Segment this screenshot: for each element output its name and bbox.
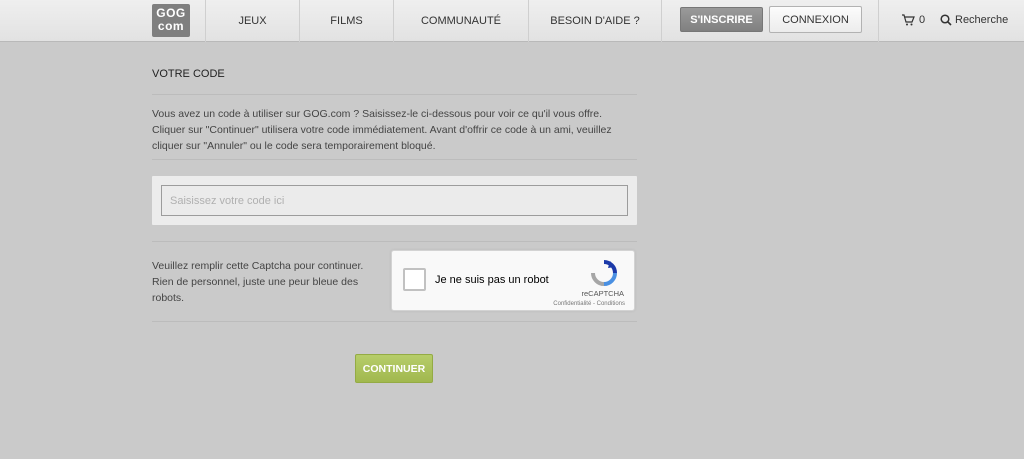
top-header: GOG com JEUX FILMS COMMUNAUTÉ BESOIN D'A… (0, 0, 1024, 42)
nav-aide[interactable]: BESOIN D'AIDE ? (528, 0, 662, 42)
search-button[interactable]: Recherche (940, 12, 1008, 28)
login-button[interactable]: CONNEXION (769, 6, 862, 33)
search-icon (940, 14, 952, 26)
recaptcha-brand: reCAPTCHA (581, 289, 624, 298)
header-divider (878, 0, 879, 42)
nav-jeux[interactable]: JEUX (205, 0, 299, 42)
continue-button[interactable]: CONTINUER (355, 354, 433, 383)
captcha-instructions: Veuillez remplir cette Captcha pour cont… (152, 260, 364, 304)
signup-button[interactable]: S'INSCRIRE (680, 7, 763, 32)
code-input[interactable] (161, 185, 628, 216)
recaptcha-widget: Je ne suis pas un robot reCAPTCHA Confid… (391, 250, 635, 311)
cart-icon (902, 14, 915, 26)
divider (152, 321, 637, 322)
logo-line-2: com (157, 19, 185, 33)
divider (152, 159, 637, 160)
page-title: VOTRE CODE (152, 68, 225, 80)
divider (152, 94, 637, 95)
code-input-container (152, 176, 637, 225)
nav-communaute[interactable]: COMMUNAUTÉ (393, 0, 528, 42)
recaptcha-label: Je ne suis pas un robot (435, 274, 549, 286)
cart-count: 0 (919, 14, 926, 26)
description-text: Vous avez un code à utiliser sur GOG.com… (152, 108, 612, 152)
recaptcha-links[interactable]: Confidentialité - Conditions (553, 301, 625, 307)
nav-films[interactable]: FILMS (299, 0, 393, 42)
divider (152, 241, 637, 242)
recaptcha-checkbox[interactable] (403, 268, 426, 291)
cart-button[interactable]: 0 (901, 12, 925, 28)
gog-logo[interactable]: GOG com (152, 4, 190, 37)
search-label: Recherche (955, 14, 1009, 26)
recaptcha-logo-icon (591, 260, 617, 286)
